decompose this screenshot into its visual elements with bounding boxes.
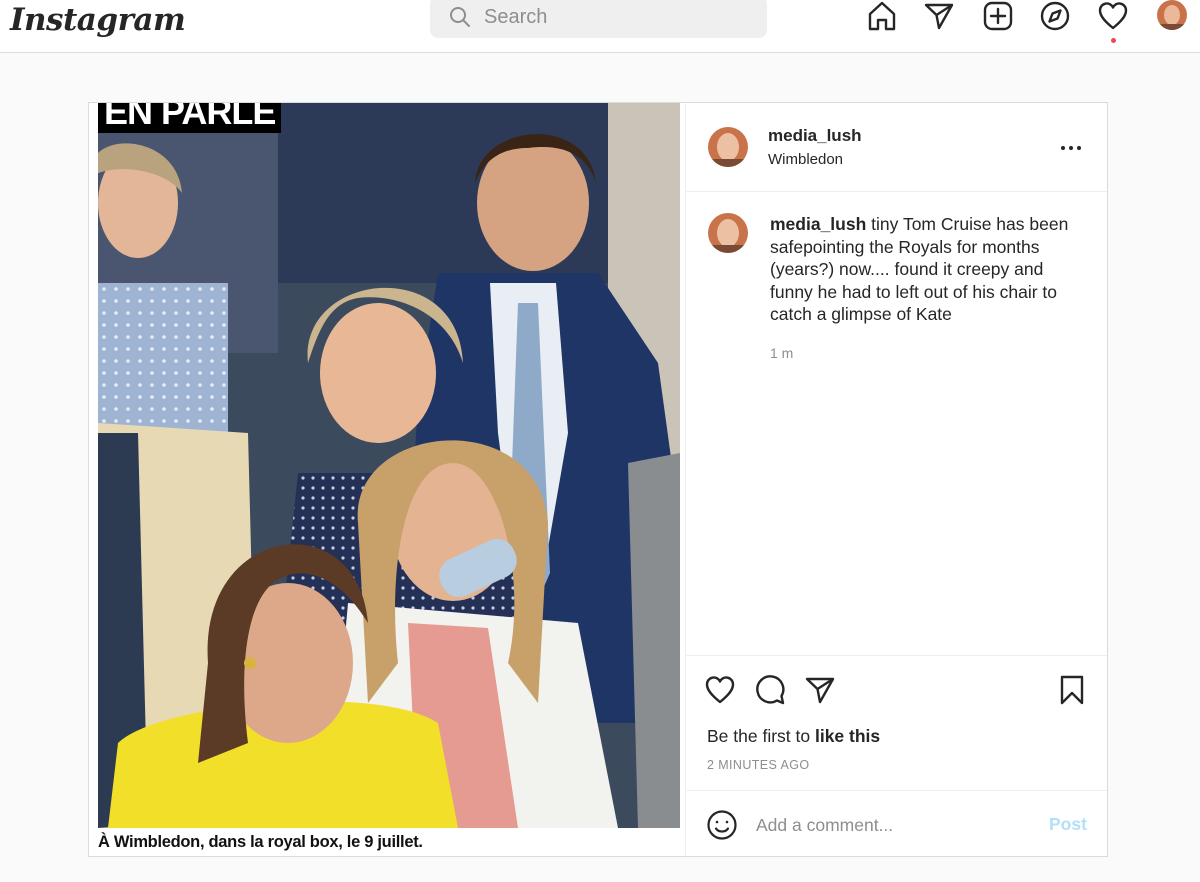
- comment-icon[interactable]: [754, 674, 786, 706]
- new-post-icon[interactable]: [982, 0, 1014, 32]
- post-details-panel: media_lush Wimbledon media_lush tiny Tom…: [686, 103, 1107, 856]
- top-navigation-bar: Instagram: [0, 0, 1200, 53]
- search-icon: [450, 7, 470, 27]
- photo-caption: À Wimbledon, dans la royal box, le 9 jui…: [98, 833, 423, 851]
- save-bookmark-icon[interactable]: [1056, 674, 1088, 706]
- post-comment-button[interactable]: Post: [1049, 814, 1087, 835]
- share-icon[interactable]: [804, 674, 836, 706]
- emoji-icon[interactable]: [706, 809, 738, 841]
- post-image: EN PARLE: [98, 103, 680, 828]
- likes-summary: Be the first to like this: [707, 726, 881, 746]
- notification-dot: [1111, 38, 1116, 43]
- post-photo[interactable]: EN PARLE À Wimbledon, dans la royal box,…: [89, 103, 686, 856]
- search-input[interactable]: [484, 4, 754, 30]
- post-card: EN PARLE À Wimbledon, dans la royal box,…: [88, 102, 1108, 857]
- post-timestamp[interactable]: 2 MINUTES AGO: [707, 758, 809, 772]
- more-options-icon[interactable]: [1058, 135, 1088, 159]
- direct-message-icon[interactable]: [923, 0, 955, 32]
- photo-banner-text: EN PARLE: [98, 103, 282, 133]
- search-box[interactable]: [430, 0, 767, 38]
- comment-username[interactable]: media_lush: [770, 214, 866, 234]
- instagram-logo[interactable]: Instagram: [10, 2, 186, 38]
- home-icon[interactable]: [866, 0, 898, 32]
- comment-input[interactable]: [756, 813, 1036, 837]
- add-comment-bar: Post: [686, 792, 1107, 856]
- comment-author-avatar[interactable]: [708, 213, 748, 253]
- comment-time[interactable]: 1 m: [770, 345, 793, 361]
- post-location[interactable]: Wimbledon: [768, 151, 843, 168]
- like-this-link[interactable]: like this: [815, 726, 880, 746]
- post-header: media_lush Wimbledon: [686, 103, 1107, 192]
- activity-heart-icon[interactable]: [1097, 0, 1129, 32]
- author-avatar[interactable]: [708, 127, 748, 167]
- explore-icon[interactable]: [1039, 0, 1071, 32]
- profile-avatar[interactable]: [1157, 0, 1187, 30]
- author-username[interactable]: media_lush: [768, 126, 862, 146]
- like-heart-icon[interactable]: [704, 674, 736, 706]
- caption-comment: media_lush tiny Tom Cruise has been safe…: [770, 213, 1085, 326]
- post-actions: Be the first to like this 2 MINUTES AGO: [686, 655, 1107, 791]
